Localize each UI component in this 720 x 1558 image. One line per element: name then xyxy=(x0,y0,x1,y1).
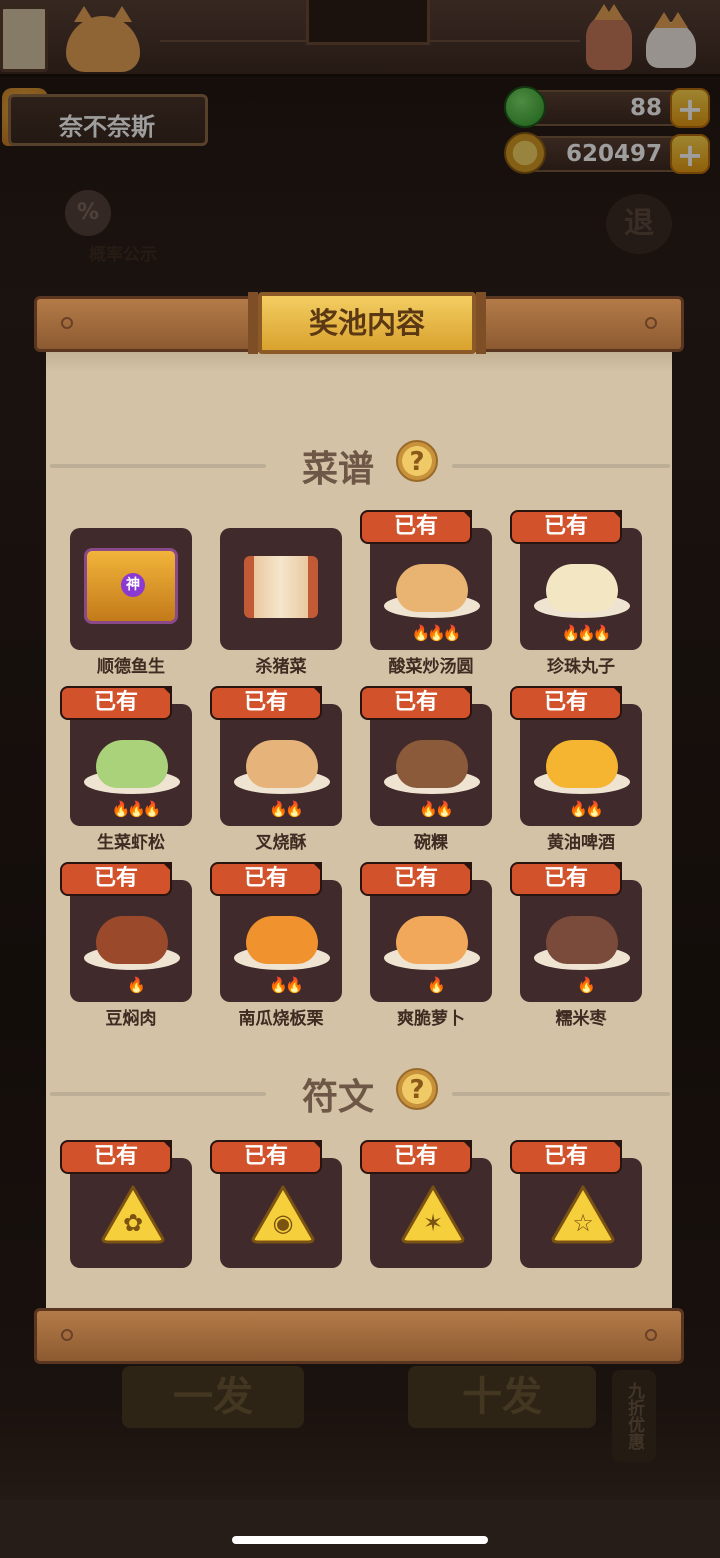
flame-rating-icon: 🔥🔥🔥 xyxy=(411,624,461,642)
shen-badge: 神 xyxy=(121,573,145,597)
rune-fish-icon: ◉ xyxy=(250,1184,316,1244)
owned-badge: 已有 xyxy=(60,686,172,720)
divider-line xyxy=(50,464,266,468)
recipe-name: 叉烧酥 xyxy=(255,833,307,853)
home-indicator[interactable] xyxy=(232,1536,488,1544)
svg-text:✶: ✶ xyxy=(423,1209,443,1237)
owned-badge: 已有 xyxy=(510,510,622,544)
recipe-name: 糯米枣 xyxy=(555,1009,607,1029)
owned-badge: 已有 xyxy=(210,1140,322,1174)
rune-tile: ✿ xyxy=(70,1158,192,1268)
owned-badge: 已有 xyxy=(510,1140,622,1174)
recipe-tile: 🔥 xyxy=(520,880,642,1002)
recipe-scroll-icon xyxy=(244,556,318,618)
recipe-tile: 🔥🔥 xyxy=(220,704,342,826)
rune-tile: ◉ xyxy=(220,1158,342,1268)
dish-icon xyxy=(96,740,168,788)
recipe-tile: 🔥 xyxy=(370,880,492,1002)
recipe-name: 黄油啤酒 xyxy=(547,833,615,853)
recipe-tile: 🔥🔥 xyxy=(220,880,342,1002)
rune-crab-icon: ✶ xyxy=(400,1184,466,1244)
rune-star-icon: ☆ xyxy=(550,1184,616,1244)
recipe-tile: 🔥🔥🔥 xyxy=(70,704,192,826)
recipe-name: 南瓜烧板栗 xyxy=(238,1009,324,1029)
flame-rating-icon: 🔥🔥 xyxy=(419,800,453,818)
recipe-tile: 🔥🔥 xyxy=(520,704,642,826)
dish-icon xyxy=(546,564,618,612)
recipe-name: 顺德鱼生 xyxy=(97,657,165,677)
owned-badge: 已有 xyxy=(210,686,322,720)
recipe-tile: 🔥🔥🔥 xyxy=(520,528,642,650)
dish-icon xyxy=(546,740,618,788)
recipe-tile: 🔥🔥🔥 xyxy=(370,528,492,650)
owned-badge: 已有 xyxy=(510,862,622,896)
flame-rating-icon: 🔥 xyxy=(427,976,446,994)
recipe-name: 杀猪菜 xyxy=(255,657,307,677)
recipe-name: 酸菜炒汤圆 xyxy=(388,657,474,677)
owned-badge: 已有 xyxy=(360,1140,472,1174)
recipe-name: 碗粿 xyxy=(414,833,448,853)
owned-badge: 已有 xyxy=(360,862,472,896)
rune-section-title: 符文 xyxy=(302,1077,375,1118)
divider-line xyxy=(452,1092,670,1096)
svg-text:◉: ◉ xyxy=(273,1209,294,1237)
owned-badge: 已有 xyxy=(510,686,622,720)
rune-tile: ☆ xyxy=(520,1158,642,1268)
flame-rating-icon: 🔥🔥🔥 xyxy=(111,800,161,818)
owned-badge: 已有 xyxy=(360,510,472,544)
flame-rating-icon: 🔥🔥 xyxy=(569,800,603,818)
dish-icon xyxy=(96,916,168,964)
recipe-name: 珍珠丸子 xyxy=(547,657,615,677)
owned-badge: 已有 xyxy=(60,1140,172,1174)
owned-badge: 已有 xyxy=(210,862,322,896)
dish-icon xyxy=(246,740,318,788)
rune-tile: ✶ xyxy=(370,1158,492,1268)
recipe-name: 豆焖肉 xyxy=(105,1009,157,1029)
rune-help-icon[interactable]: ? xyxy=(396,1068,438,1110)
flame-rating-icon: 🔥🔥 xyxy=(269,976,303,994)
recipe-tile: 🔥🔥 xyxy=(370,704,492,826)
dish-icon xyxy=(396,564,468,612)
recipe-tile xyxy=(220,528,342,650)
recipe-section-title: 菜谱 xyxy=(302,449,375,490)
panel-title: 奖池内容 xyxy=(248,292,486,354)
dish-icon xyxy=(396,740,468,788)
divider-line xyxy=(50,1092,266,1096)
svg-text:☆: ☆ xyxy=(572,1209,594,1237)
svg-text:✿: ✿ xyxy=(123,1209,143,1237)
flame-rating-icon: 🔥🔥🔥 xyxy=(561,624,611,642)
recipe-help-icon[interactable]: ? xyxy=(396,440,438,482)
flame-rating-icon: 🔥 xyxy=(127,976,146,994)
recipe-tile: 🔥 xyxy=(70,880,192,1002)
dish-icon xyxy=(396,916,468,964)
owned-badge: 已有 xyxy=(60,862,172,896)
recipe-tile: 神 xyxy=(70,528,192,650)
flame-rating-icon: 🔥 xyxy=(577,976,596,994)
dish-icon xyxy=(246,916,318,964)
owned-badge: 已有 xyxy=(360,686,472,720)
recipe-name: 爽脆萝卜 xyxy=(397,1009,465,1029)
divider-line xyxy=(452,464,670,468)
legendary-chest-icon: 神 xyxy=(84,548,178,624)
scroll-bottom-rod xyxy=(34,1308,684,1364)
flame-rating-icon: 🔥🔥 xyxy=(269,800,303,818)
rune-plant-icon: ✿ xyxy=(100,1184,166,1244)
recipe-name: 生菜虾松 xyxy=(97,833,165,853)
dish-icon xyxy=(546,916,618,964)
